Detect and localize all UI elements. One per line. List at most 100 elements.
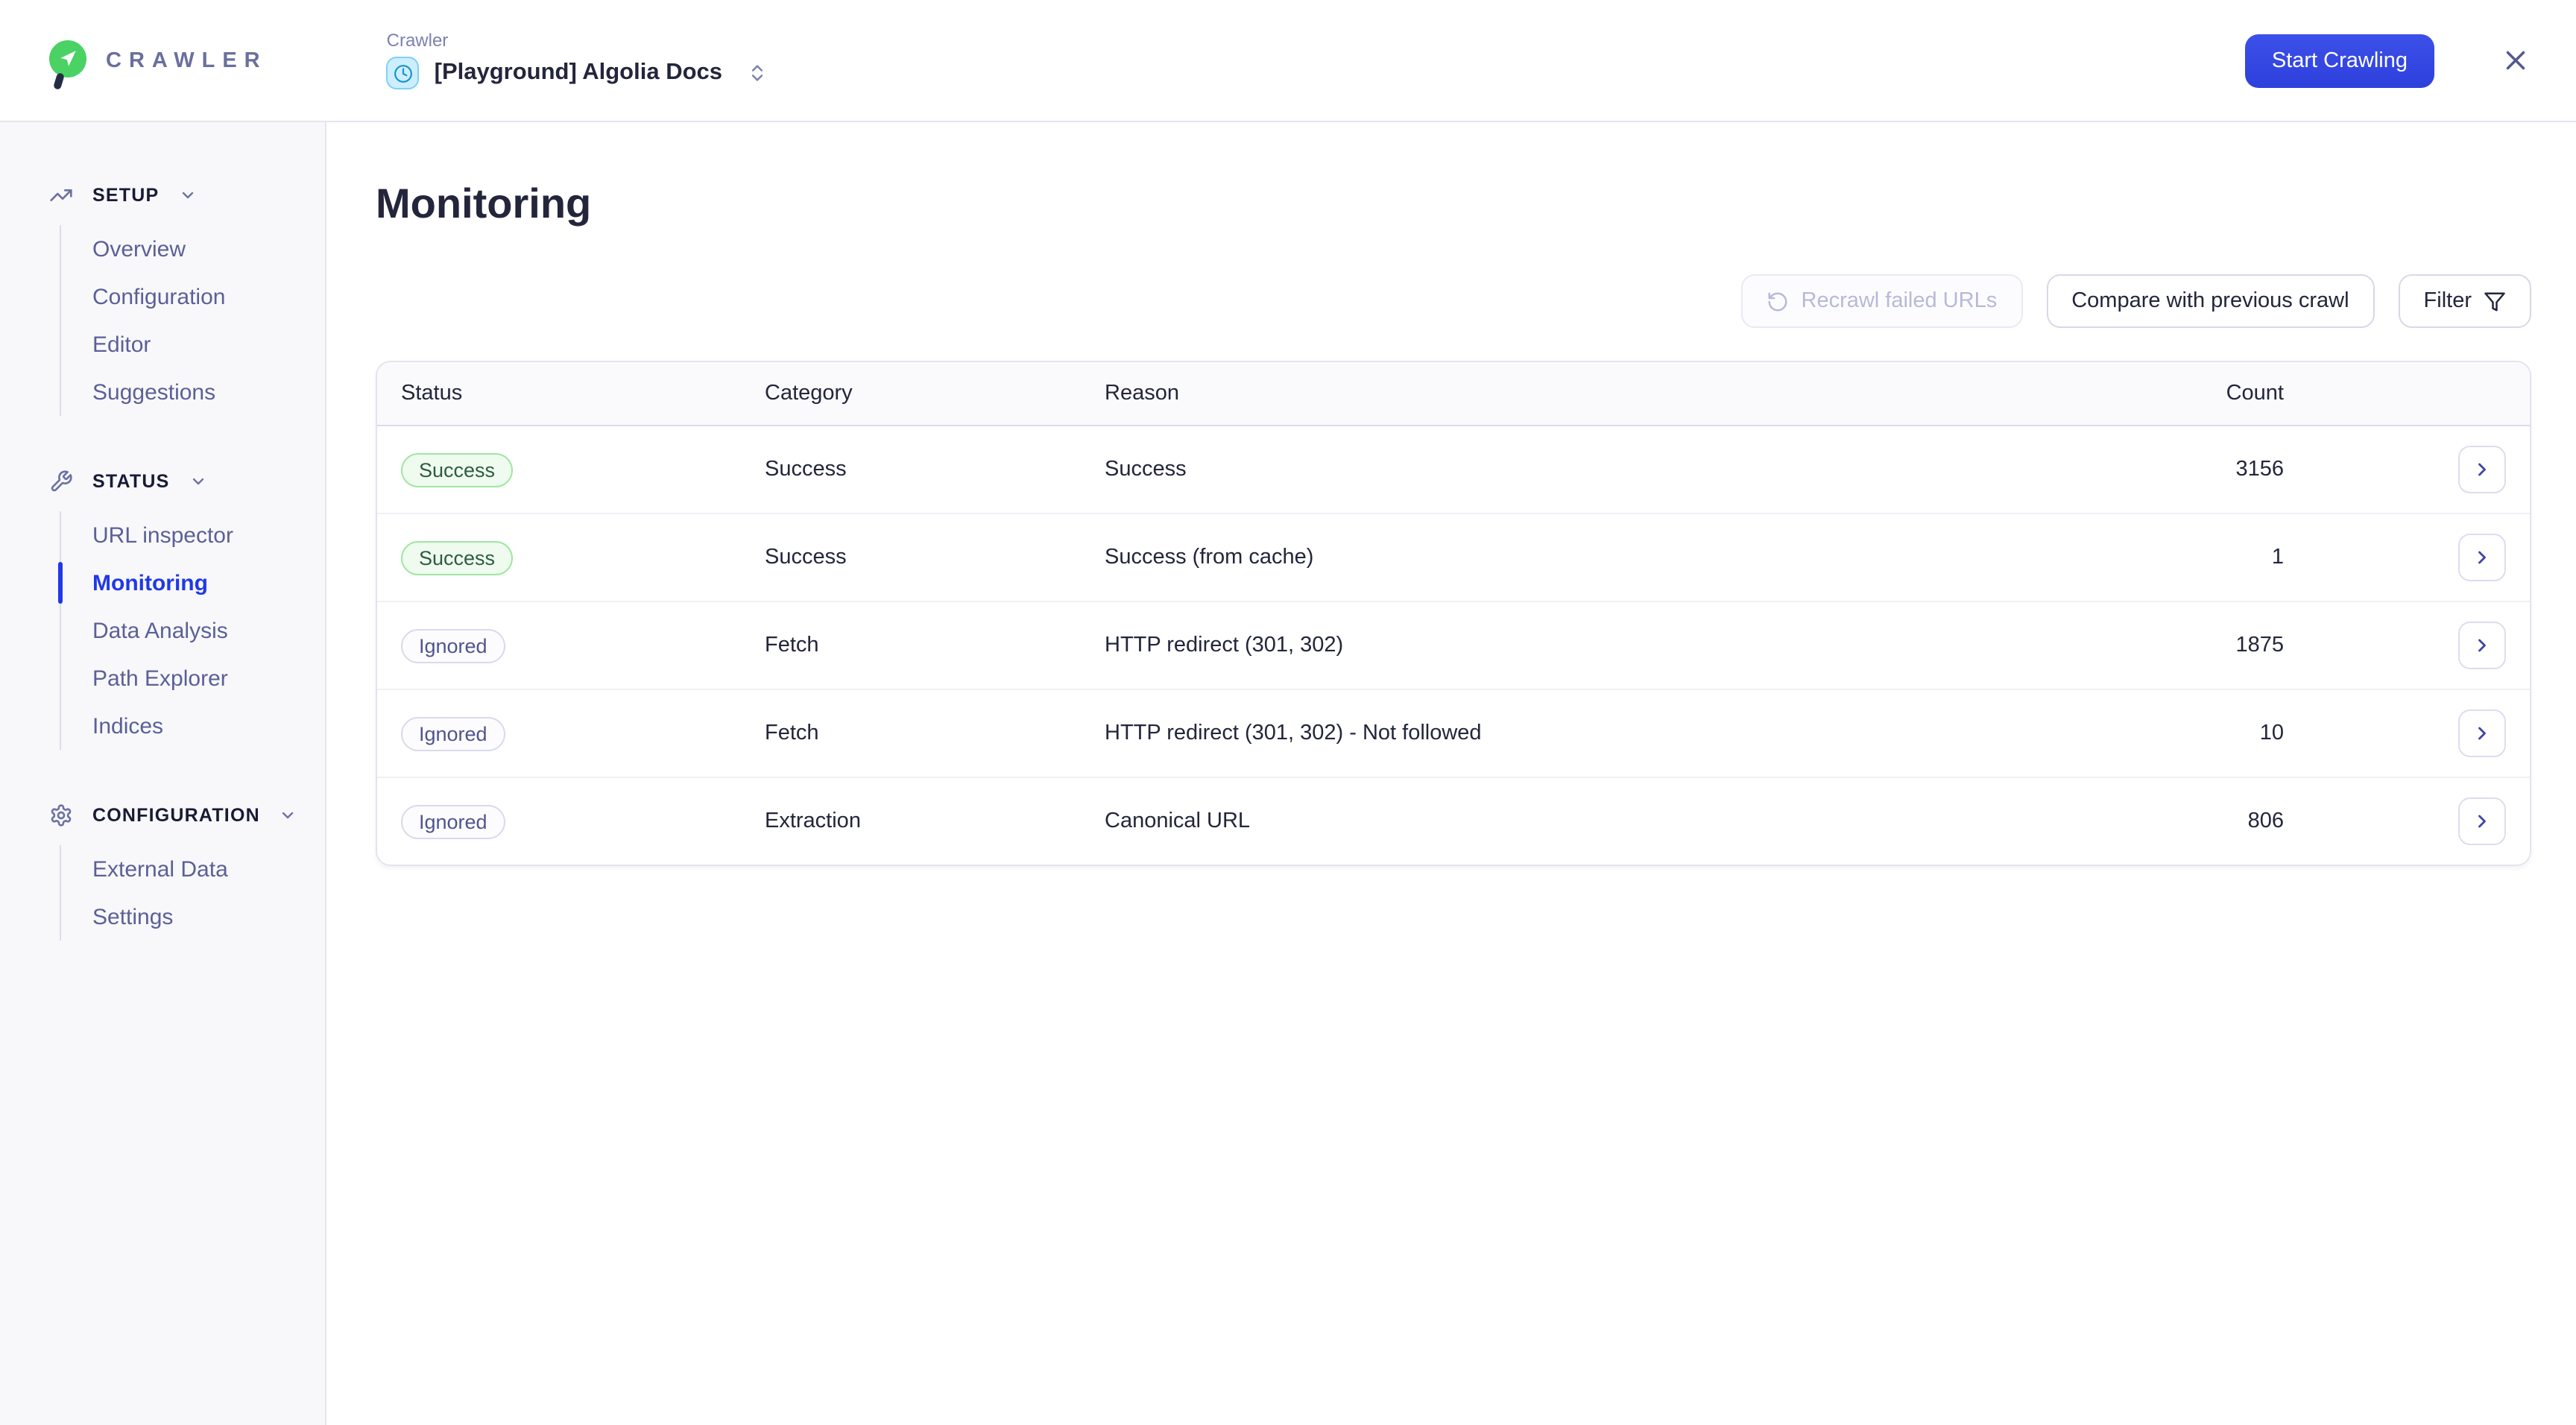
status-badge: Success: [401, 452, 513, 487]
table-row: Ignored Fetch HTTP redirect (301, 302) -…: [377, 690, 2530, 778]
gear-icon: [49, 803, 73, 827]
sidebar-item-url-inspector[interactable]: URL inspector: [92, 511, 325, 559]
table-row: Ignored Extraction Canonical URL 806: [377, 778, 2530, 865]
close-button[interactable]: [2500, 45, 2531, 76]
table-row: Success Success Success (from cache) 1: [377, 514, 2530, 602]
count-cell: 1: [2105, 546, 2284, 569]
sidebar-item-path-explorer[interactable]: Path Explorer: [92, 654, 325, 702]
chevron-right-icon: [2472, 723, 2493, 744]
close-icon: [2500, 45, 2531, 76]
row-detail-button[interactable]: [2458, 534, 2506, 581]
table-actions: Recrawl failed URLs Compare with previou…: [376, 274, 2531, 328]
count-cell: 3156: [2105, 458, 2284, 481]
count-cell: 806: [2105, 809, 2284, 833]
app-window: CRAWLER Crawler [Playground] Algolia Doc…: [0, 0, 2576, 1425]
compare-button-label: Compare with previous crawl: [2071, 289, 2349, 313]
sidebar-item-editor[interactable]: Editor: [92, 320, 325, 368]
reason-cell: Success: [1105, 458, 2105, 481]
filter-button-label: Filter: [2424, 289, 2472, 313]
brand-wordmark: CRAWLER: [106, 48, 268, 72]
chevrons-up-down-icon: [746, 63, 767, 83]
rotate-ccw-icon: [1767, 290, 1790, 312]
nav-section-configuration-header[interactable]: CONFIGURATION: [49, 797, 325, 833]
category-cell: Fetch: [765, 633, 1105, 657]
chevron-down-icon: [189, 473, 207, 490]
chevron-down-icon: [280, 806, 297, 824]
sidebar-item-label[interactable]: Overview: [92, 236, 186, 262]
nav-section-configuration: CONFIGURATION External Data Settings: [49, 797, 325, 941]
sidebar-item-label[interactable]: URL inspector: [92, 522, 233, 548]
crawler-project-selector[interactable]: Crawler [Playground] Algolia Docs: [387, 31, 767, 89]
crawler-logo[interactable]: CRAWLER: [49, 40, 268, 80]
chevron-right-icon: [2472, 459, 2493, 480]
chevron-down-icon: [178, 186, 196, 204]
status-badge: Success: [401, 540, 513, 575]
nav-section-setup-header[interactable]: SETUP: [49, 177, 325, 213]
sidebar-item-label[interactable]: Monitoring: [92, 570, 208, 595]
sidebar-item-label[interactable]: Data Analysis: [92, 618, 228, 643]
sidebar-item-label[interactable]: Suggestions: [92, 379, 215, 405]
column-header-status: Status: [377, 382, 765, 405]
row-detail-button[interactable]: [2458, 446, 2506, 493]
compare-previous-crawl-button[interactable]: Compare with previous crawl: [2046, 274, 2374, 328]
filter-button[interactable]: Filter: [2399, 274, 2531, 328]
sidebar-item-suggestions[interactable]: Suggestions: [92, 368, 325, 416]
reason-cell: HTTP redirect (301, 302): [1105, 633, 2105, 657]
status-badge: Ignored: [401, 628, 505, 663]
sidebar-item-monitoring[interactable]: Monitoring: [92, 559, 325, 607]
row-detail-button[interactable]: [2458, 710, 2506, 757]
category-cell: Success: [765, 546, 1105, 569]
column-header-category: Category: [765, 382, 1105, 405]
sidebar-item-label[interactable]: Indices: [92, 713, 163, 739]
nav-section-title: SETUP: [92, 185, 159, 206]
navigation-arrow-icon: [58, 49, 78, 69]
sidebar-item-label[interactable]: Path Explorer: [92, 666, 228, 691]
topbar: CRAWLER Crawler [Playground] Algolia Doc…: [0, 0, 2576, 122]
sidebar-item-configuration[interactable]: Configuration: [92, 273, 325, 320]
nav-section-setup: SETUP Overview Configuration Editor Sugg…: [49, 177, 325, 416]
monitoring-table: Status Category Reason Count Success Suc…: [376, 361, 2531, 866]
sidebar-item-data-analysis[interactable]: Data Analysis: [92, 607, 325, 654]
column-header-count: Count: [2105, 382, 2284, 405]
category-cell: Fetch: [765, 721, 1105, 745]
sidebar-item-external-data[interactable]: External Data: [92, 845, 325, 893]
sidebar-item-label[interactable]: Editor: [92, 332, 151, 357]
sidebar-item-label[interactable]: Configuration: [92, 284, 225, 309]
reason-cell: Success (from cache): [1105, 546, 2105, 569]
selector-label: Crawler: [387, 31, 767, 49]
nav-section-title: STATUS: [92, 471, 170, 492]
row-detail-button[interactable]: [2458, 622, 2506, 669]
reason-cell: Canonical URL: [1105, 809, 2105, 833]
recrawl-failed-urls-button[interactable]: Recrawl failed URLs: [1742, 274, 2023, 328]
main-content: Monitoring Recrawl failed URLs Compare w…: [326, 122, 2576, 1425]
table-row: Success Success Success 3156: [377, 426, 2530, 514]
chevron-right-icon: [2472, 547, 2493, 568]
column-header-reason: Reason: [1105, 382, 2105, 405]
nav-section-title: CONFIGURATION: [92, 805, 260, 826]
row-detail-button[interactable]: [2458, 797, 2506, 845]
count-cell: 1875: [2105, 633, 2284, 657]
start-crawling-button[interactable]: Start Crawling: [2245, 34, 2434, 87]
reason-cell: HTTP redirect (301, 302) - Not followed: [1105, 721, 2105, 745]
sidebar-item-label[interactable]: External Data: [92, 856, 228, 882]
sidebar-item-indices[interactable]: Indices: [92, 702, 325, 750]
count-cell: 10: [2105, 721, 2284, 745]
sidebar-item-settings[interactable]: Settings: [92, 893, 325, 941]
clock-icon: [387, 57, 420, 89]
category-cell: Extraction: [765, 809, 1105, 833]
status-badge: Ignored: [401, 804, 505, 838]
wrench-icon: [49, 470, 73, 493]
status-badge: Ignored: [401, 716, 505, 751]
crawler-logo-icon: [49, 40, 86, 80]
page-title: Monitoring: [376, 182, 2531, 227]
sidebar: SETUP Overview Configuration Editor Sugg…: [0, 122, 326, 1425]
sidebar-item-label[interactable]: Settings: [92, 904, 173, 929]
table-row: Ignored Fetch HTTP redirect (301, 302) 1…: [377, 602, 2530, 690]
table-header: Status Category Reason Count: [377, 362, 2530, 426]
nav-section-status: STATUS URL inspector Monitoring Data Ana…: [49, 464, 325, 750]
chevron-right-icon: [2472, 635, 2493, 656]
trending-up-icon: [49, 183, 73, 207]
sidebar-item-overview[interactable]: Overview: [92, 225, 325, 273]
recrawl-button-label: Recrawl failed URLs: [1802, 289, 1998, 313]
nav-section-status-header[interactable]: STATUS: [49, 464, 325, 499]
